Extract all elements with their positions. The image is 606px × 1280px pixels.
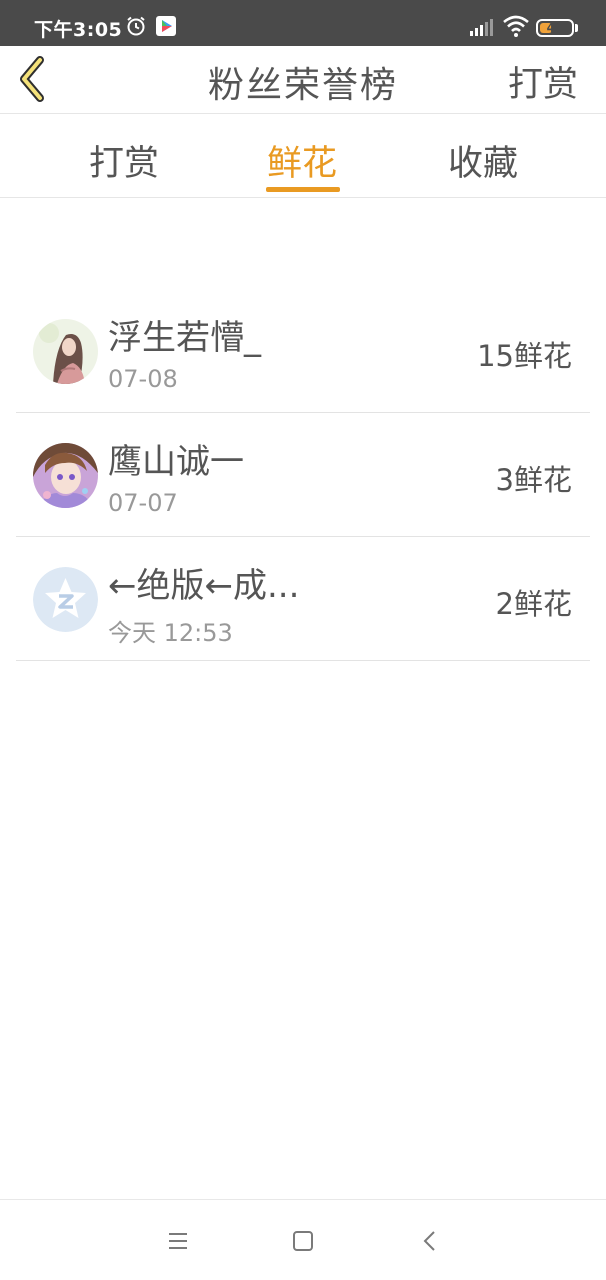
signal-icon <box>470 19 493 36</box>
alarm-icon <box>127 16 145 36</box>
tab-active-indicator <box>266 187 340 192</box>
fan-date: 07-07 <box>108 489 178 517</box>
wifi-icon <box>503 15 529 37</box>
fan-name: 鹰山诚一 <box>108 442 244 482</box>
flower-count: 15鲜花 <box>477 339 572 373</box>
menu-icon[interactable] <box>165 1228 191 1254</box>
battery-tip <box>575 24 578 32</box>
fan-name: 浮生若懵_ <box>108 318 261 358</box>
back-chevron-icon[interactable] <box>418 1228 444 1254</box>
home-square-icon[interactable] <box>290 1228 316 1254</box>
battery-icon: 40 <box>536 19 574 37</box>
list-item[interactable]: 鹰山诚一 07-07 3鲜花 <box>16 413 590 537</box>
fan-date: 07-08 <box>108 365 178 393</box>
flower-count: 3鲜花 <box>495 463 572 497</box>
list-item[interactable]: 浮生若懵_ 07-08 15鲜花 <box>16 289 590 413</box>
flower-count: 2鲜花 <box>495 587 572 621</box>
tab-flowers[interactable]: 鲜花 <box>267 135 337 186</box>
play-store-icon <box>156 16 176 36</box>
fan-date: 今天 12:53 <box>108 619 233 647</box>
system-nav-bar <box>0 1199 606 1280</box>
nav-bar: 粉丝荣誉榜 打赏 <box>0 46 606 114</box>
avatar[interactable] <box>33 319 98 384</box>
qzone-star-avatar <box>33 567 98 632</box>
battery-level: 40 <box>546 21 564 35</box>
list-item[interactable]: ←绝版←成... 今天 12:53 2鲜花 <box>16 537 590 661</box>
avatar[interactable] <box>33 443 98 508</box>
reward-button[interactable]: 打赏 <box>508 56 578 107</box>
girl-portrait-avatar <box>33 319 98 384</box>
fan-list: 浮生若懵_ 07-08 15鲜花 鹰山诚一 07-07 3鲜花 ←绝版←成...… <box>16 289 590 661</box>
tab-bar: 打赏 鲜花 收藏 <box>0 114 606 198</box>
avatar[interactable] <box>33 567 98 632</box>
tab-reward[interactable]: 打赏 <box>89 135 159 186</box>
anime-avatar <box>33 443 98 508</box>
status-bar: 下午3:05 40 <box>0 0 606 46</box>
status-time: 下午3:05 <box>34 19 123 41</box>
fan-name: ←绝版←成... <box>108 566 300 606</box>
tab-favorites[interactable]: 收藏 <box>448 135 518 186</box>
